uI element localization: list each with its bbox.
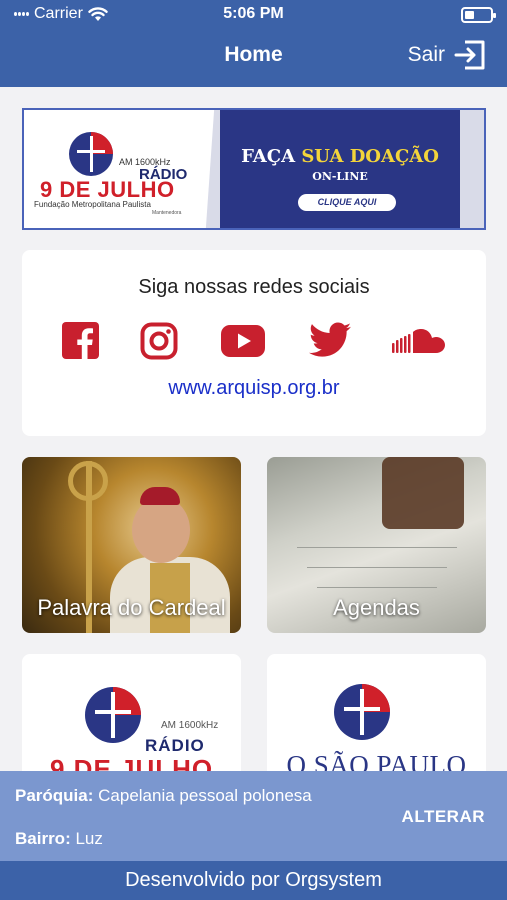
banner-radio-logo: AM 1600kHz RÁDIO 9 DE JULHO Fundação Met… <box>24 110 212 228</box>
banner-cta-button[interactable]: CLIQUE AQUI <box>298 194 396 211</box>
banner-foundation: Fundação Metropolitana Paulista <box>34 200 151 209</box>
parish-label: Paróquia: <box>15 786 94 805</box>
district-value: Luz <box>75 829 103 848</box>
logout-button[interactable]: Sair <box>408 38 487 72</box>
parish-panel: Paróquia: Capelania pessoal polonesa ALT… <box>0 771 507 861</box>
change-parish-button[interactable]: ALTERAR <box>402 807 485 827</box>
twitter-icon[interactable] <box>309 322 351 362</box>
agenda-photo <box>382 457 464 529</box>
footer-credit: Desenvolvido por Orgsystem <box>0 861 507 900</box>
instagram-icon[interactable] <box>140 322 178 362</box>
website-link[interactable]: www.arquisp.org.br <box>22 377 486 400</box>
banner-subline: ON-LINE <box>312 170 368 183</box>
district-label: Bairro: <box>15 829 71 848</box>
cardinal-photo <box>132 497 190 563</box>
radio-label: RÁDIO <box>145 736 205 755</box>
logout-icon <box>454 40 485 70</box>
tile-label: Agendas <box>333 595 420 620</box>
parish-row: Paróquia: Capelania pessoal polonesa <box>15 786 312 806</box>
status-bar: Carrier 5:06 PM <box>0 5 507 27</box>
social-card: Siga nossas redes sociais www.arquisp.or… <box>22 250 486 436</box>
facebook-icon[interactable] <box>62 322 99 362</box>
status-time: 5:06 PM <box>223 5 284 22</box>
sao-paulo-logo-icon <box>334 684 390 740</box>
tile-o-sao-paulo[interactable]: O SÃO PAULO <box>267 654 486 784</box>
youtube-icon[interactable] <box>221 325 265 365</box>
district-row: Bairro: Luz <box>15 829 103 849</box>
battery-icon <box>461 7 496 23</box>
banner-donation-panel: FAÇA SUA DOAÇÃO ON-LINE CLIQUE AQUI <box>220 110 460 228</box>
tile-label: Palavra do Cardeal <box>37 595 226 620</box>
parish-value: Capelania pessoal polonesa <box>98 786 312 805</box>
banner-headline: FAÇA SUA DOAÇÃO <box>241 146 439 167</box>
soundcloud-icon[interactable] <box>392 328 446 368</box>
app-header: Carrier 5:06 PM Home Sair <box>0 0 507 87</box>
radio-am-label: AM 1600kHz <box>161 720 219 731</box>
radio-logo-icon <box>69 132 113 176</box>
donation-banner[interactable]: AM 1600kHz RÁDIO 9 DE JULHO Fundação Met… <box>22 108 486 230</box>
logout-label: Sair <box>407 43 445 66</box>
social-title: Siga nossas redes sociais <box>138 276 370 298</box>
banner-maintainer: Mantenedora <box>152 210 182 216</box>
tile-agendas[interactable]: Agendas <box>267 457 486 633</box>
radio-logo-icon <box>85 687 141 743</box>
tile-radio-9-de-julho[interactable]: AM 1600kHz RÁDIO 9 DE JULHO <box>22 654 241 784</box>
tile-palavra-do-cardeal[interactable]: Palavra do Cardeal <box>22 457 241 633</box>
